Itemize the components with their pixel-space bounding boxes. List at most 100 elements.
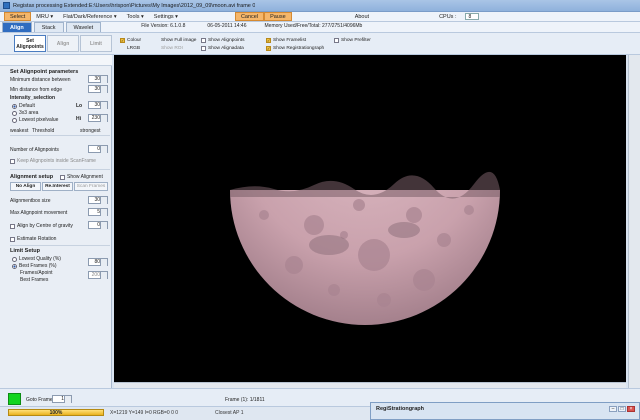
tab-align-sub[interactable]: Align [47, 35, 79, 52]
best-frames-label: Best Frames [20, 277, 49, 283]
file-version: File Version: 6.1.0.8 [141, 23, 186, 29]
scan-frames-button[interactable]: Scan Frames [74, 182, 108, 191]
tab-limit[interactable]: Limit [80, 35, 112, 52]
pixel-readout: X=1219 Y=149 I=0 RGB=0 0 0 [110, 410, 179, 416]
radio-icon [12, 110, 17, 116]
min-distance-label: Minimum distance between [10, 77, 71, 83]
close-icon[interactable]: × [627, 406, 635, 412]
memory-usage: Memory Used/Free/Total: 277/2751/4096Mb [264, 23, 363, 29]
show-alignment-option[interactable]: Show Alignment [60, 174, 103, 180]
radio-icon [12, 263, 17, 269]
radio-icon [12, 256, 17, 262]
registration-graph-title: RegiStrationgraph [376, 406, 424, 412]
checkbox-icon [10, 223, 15, 229]
lo-label: Lo [76, 103, 83, 109]
alignment-setup-title: Alignment setup [10, 174, 54, 180]
frames-apoint-label: Frames/Apoint [20, 270, 53, 276]
radio-icon [12, 117, 17, 123]
lrgb-option[interactable]: LRGB [127, 46, 140, 51]
cancel-button[interactable]: Cancel [234, 12, 265, 21]
tab-stack[interactable]: Stack [33, 22, 64, 32]
menu-about[interactable]: About [350, 12, 374, 22]
tab-set-alignpoints[interactable]: Set Alignpoints [14, 35, 46, 52]
menu-select[interactable]: Select [4, 12, 32, 21]
checkbox-icon: ✓ [266, 38, 271, 43]
num-alignpoints-label: Number of Alignpoints [10, 147, 59, 153]
best-frames-stepper[interactable]: 200 [88, 271, 108, 279]
threshold-slider[interactable] [10, 135, 110, 136]
menu-mru[interactable]: MRU ▾ [31, 12, 58, 22]
alignpoint-params-title: Set Alignpoint parameters [10, 69, 79, 75]
checkbox-icon: ✓ [120, 38, 125, 43]
intensity-selection-label: Intensity_selection [10, 95, 56, 101]
vertical-scrollbar[interactable] [628, 55, 640, 388]
cpus-label: CPUs : [439, 13, 457, 20]
tab-align[interactable]: Align [2, 22, 32, 32]
checkbox-icon [10, 236, 15, 242]
minimize-icon[interactable]: – [609, 406, 617, 412]
frame-info: Frame (1): 1/1811 [225, 397, 265, 403]
app-icon [3, 2, 10, 9]
best-frames-pct-stepper[interactable]: 80 [88, 258, 108, 266]
show-registrationgraph-option[interactable]: ✓ Show Registrationgraph [266, 46, 324, 51]
lowest-quality-radio[interactable]: Lowest Quality (%) [12, 256, 61, 262]
show-alignadata-option[interactable]: Show Alignadata [201, 46, 244, 51]
image-viewport[interactable] [114, 55, 626, 388]
tab-wavelet[interactable]: Wavelet [65, 22, 102, 32]
default-radio[interactable]: Default [12, 103, 35, 109]
num-alignpoints-stepper[interactable]: 0 [88, 145, 108, 153]
registration-graph-window[interactable]: RegiStrationgraph – □ × [370, 402, 640, 420]
area-radio[interactable]: 3x3 area [12, 110, 38, 116]
centre-gravity-option[interactable]: Align by Centre of gravity [10, 223, 73, 229]
min-dist-edge-label: Min distance from edge [10, 87, 62, 93]
colour-option[interactable]: ✓ Colour [120, 38, 141, 43]
best-frames-pct-radio[interactable]: Best Frames (%) [12, 263, 57, 269]
show-alignpoints-option[interactable]: Show Alignpoints [201, 38, 245, 43]
re-interest-button[interactable]: Re.Interest [42, 182, 73, 191]
checkbox-icon: ✓ [266, 46, 271, 51]
goto-frame-label: Goto Frame [26, 397, 53, 403]
closest-ap: Closest AP 1 [215, 410, 244, 416]
divider [10, 245, 110, 246]
min-dist-edge-stepper[interactable]: 30 [88, 85, 108, 93]
menu-settings[interactable]: Settings ▾ [149, 12, 183, 22]
lo-stepper[interactable]: 30 [88, 101, 108, 109]
lowest-pixelvalue-radio[interactable]: Lowest pixelvalue [12, 117, 58, 123]
radio-icon [12, 103, 17, 109]
estimate-rotation-option[interactable]: Estimate Rotation [10, 236, 56, 242]
min-distance-stepper[interactable]: 30 [88, 75, 108, 83]
strongest-label: strongest [80, 128, 101, 134]
checkbox-icon [201, 46, 206, 51]
title-bar: Registax processing Extended:E:\Users\hr… [0, 0, 640, 12]
menu-flat-dark-reference[interactable]: Flat/Dark/Reference ▾ [58, 12, 122, 22]
show-full-image-option[interactable]: Show Full image [161, 38, 196, 43]
alignbox-size-stepper[interactable]: 30 [88, 196, 108, 204]
status-swatch [8, 393, 21, 405]
show-framelist-option[interactable]: ✓ Show Framelist [266, 38, 306, 43]
window-title: Registax processing Extended:E:\Users\hr… [13, 2, 256, 9]
pause-button[interactable]: Pause [264, 12, 292, 21]
keep-alignpoints-option[interactable]: Keep Alignpoints inside ScanFrame [10, 158, 96, 164]
hi-stepper[interactable]: 230 [88, 114, 108, 122]
options-bar: Set Alignpoints Align Limit ✓ Colour LRGB… [0, 33, 640, 55]
checkbox-icon [10, 158, 15, 164]
goto-frame-stepper[interactable]: 1 [52, 395, 72, 403]
progress-bar: 100% [8, 409, 104, 416]
main-tabs: Align Stack Wavelet File Version: 6.1.0.… [0, 22, 640, 33]
show-prefilter-option[interactable]: Show Prefilter [334, 38, 371, 43]
centre-gravity-stepper[interactable]: 0 [88, 221, 108, 229]
hi-label: Hi [76, 116, 81, 122]
weakest-label: weakest [10, 128, 29, 134]
checkbox-icon [334, 38, 339, 43]
max-move-stepper[interactable]: 5 [88, 208, 108, 216]
cpus-select[interactable]: 8 [465, 13, 480, 20]
moon-image [230, 171, 500, 325]
alignbox-size-label: Alignmentbox size [10, 198, 51, 204]
show-roi-option[interactable]: Show ROI [161, 46, 183, 51]
menu-tools[interactable]: Tools ▾ [122, 12, 149, 22]
maximize-icon[interactable]: □ [618, 406, 626, 412]
panel-header [0, 55, 112, 66]
no-align-button[interactable]: No Align [10, 182, 41, 191]
build-date: 06-05-2011 14:46 [207, 23, 247, 29]
divider [10, 169, 110, 170]
